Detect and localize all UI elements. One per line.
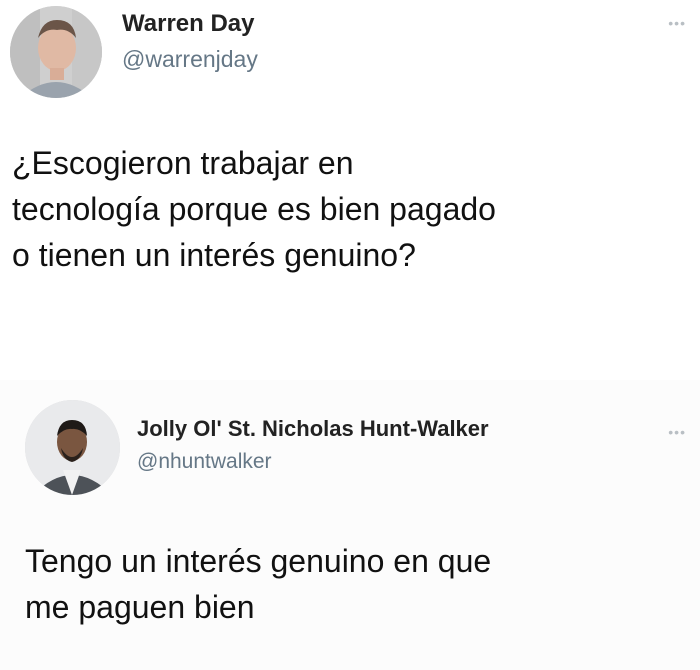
more-options-icon[interactable]: ••• [668, 16, 686, 30]
more-options-icon[interactable]: ••• [668, 425, 686, 439]
tweet-text: ¿Escogieron trabajar en tecnología porqu… [12, 140, 496, 278]
tweet-text-line: o tienen un interés genuino? [12, 237, 416, 273]
avatar[interactable] [25, 400, 120, 495]
tweet-text-line: me paguen bien [25, 589, 255, 625]
author-handle[interactable]: @warrenjday [122, 46, 258, 73]
author-handle[interactable]: @nhuntwalker [137, 450, 272, 474]
tweet-text-line: tecnología porque es bien pagado [12, 191, 496, 227]
tweet-text-line: Tengo un interés genuino en que [25, 543, 492, 579]
tweet-card[interactable]: Warren Day @warrenjday ••• ¿Escogieron t… [0, 0, 700, 368]
tweet-text: Tengo un interés genuino en que me pague… [25, 538, 491, 630]
author-name[interactable]: Jolly Ol' St. Nicholas Hunt-Walker [137, 416, 489, 442]
profile-photo [25, 400, 120, 495]
profile-photo [10, 6, 102, 98]
reply-tweet-card[interactable]: Jolly Ol' St. Nicholas Hunt-Walker @nhun… [0, 380, 700, 670]
author-name[interactable]: Warren Day [122, 10, 255, 38]
tweet-text-line: ¿Escogieron trabajar en [12, 145, 354, 181]
avatar[interactable] [10, 6, 102, 98]
